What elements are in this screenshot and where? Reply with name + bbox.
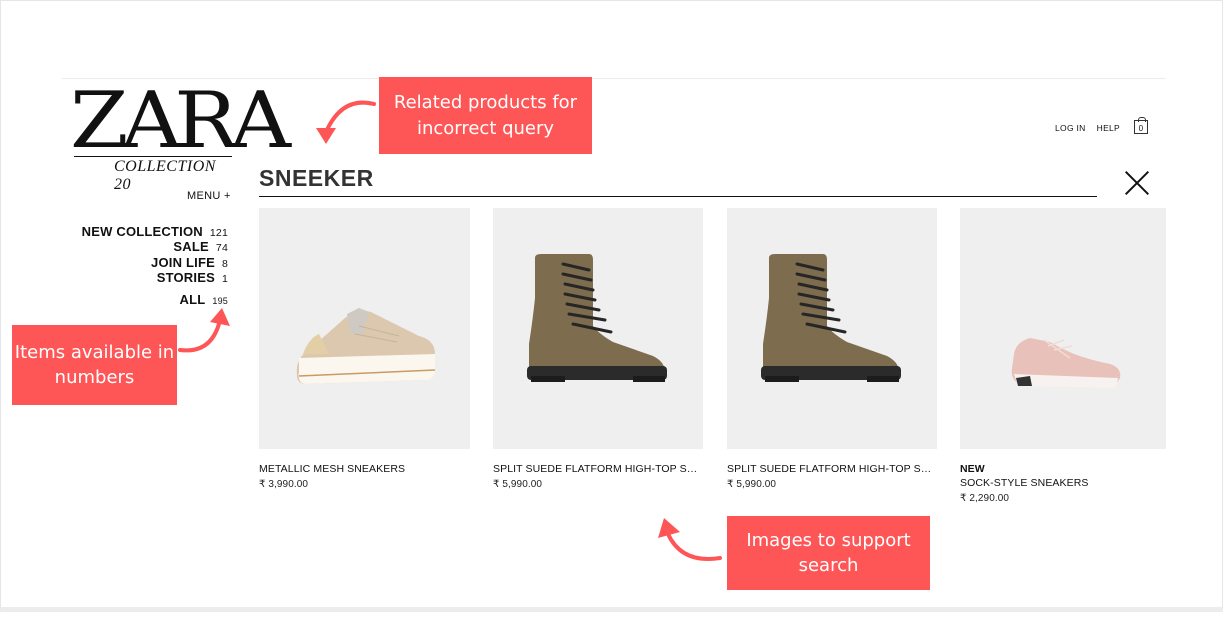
category-count: 8 [221, 257, 228, 270]
category-stories[interactable]: STORIES 1 [82, 270, 228, 285]
new-badge: NEW [960, 463, 985, 475]
menu-button[interactable]: MENU + [187, 190, 231, 202]
product-price: ₹ 5,990.00 [727, 479, 777, 490]
logo-subtitle: COLLECTION 20 [114, 158, 216, 193]
annotation-items-numbers: Items available in numbers [12, 325, 177, 405]
product-name: SPLIT SUEDE FLATFORM HIGH-TOP SNE... [493, 463, 703, 475]
category-label: STORIES [156, 269, 215, 285]
category-count: 1 [221, 272, 228, 285]
product-info: METALLIC MESH SNEAKERS ₹ 3,990.00 [259, 463, 470, 490]
category-label: ALL [179, 292, 206, 308]
help-link[interactable]: HELP [1097, 123, 1120, 133]
beige-sneaker-icon [296, 308, 436, 384]
logo-underline [74, 156, 232, 157]
annotation-images-search: Images to support search [727, 516, 930, 590]
category-new-collection[interactable]: NEW COLLECTION 121 [82, 224, 228, 239]
khaki-boot-icon [761, 254, 901, 382]
product-card[interactable]: METALLIC MESH SNEAKERS ₹ 3,990.00 [259, 208, 470, 490]
category-sale[interactable]: SALE 74 [82, 239, 228, 254]
product-image[interactable] [960, 208, 1166, 449]
shopping-bag-icon[interactable]: 0 [1134, 117, 1149, 134]
category-count: 74 [215, 242, 228, 255]
logo-wordmark: ZARA [70, 76, 291, 166]
product-price: ₹ 5,990.00 [493, 479, 543, 490]
product-price: ₹ 2,290.00 [960, 493, 1010, 504]
product-info: NEW SOCK-STYLE SNEAKERS ₹ 2,290.00 [960, 463, 1166, 504]
login-link[interactable]: LOG IN [1055, 123, 1086, 133]
header-actions: LOG IN HELP 0 [1055, 117, 1149, 134]
category-label: JOIN LIFE [151, 254, 215, 270]
product-info: SPLIT SUEDE FLATFORM HIGH-TOP SNE... ₹ 5… [727, 463, 937, 490]
search-input[interactable] [259, 163, 1097, 193]
category-list: NEW COLLECTION 121 SALE 74 JOIN LIFE 8 STOR… [82, 224, 228, 307]
product-image[interactable] [493, 208, 703, 449]
product-image[interactable] [727, 208, 937, 449]
product-name: METALLIC MESH SNEAKERS [259, 463, 406, 475]
pink-sneaker-icon [1011, 338, 1121, 388]
product-info: SPLIT SUEDE FLATFORM HIGH-TOP SNE... ₹ 5… [493, 463, 703, 490]
curved-arrow-icon [178, 308, 230, 353]
category-label: NEW COLLECTION [81, 224, 203, 239]
khaki-boot-icon [527, 254, 667, 382]
bag-count: 0 [1138, 124, 1144, 133]
category-join-life[interactable]: JOIN LIFE 8 [82, 255, 228, 270]
product-card[interactable]: SPLIT SUEDE FLATFORM HIGH-TOP SNE... ₹ 5… [727, 208, 937, 490]
brand-logo[interactable]: ZARA COLLECTION 20 [70, 82, 291, 193]
product-name: SPLIT SUEDE FLATFORM HIGH-TOP SNE... [727, 463, 937, 475]
category-count: 195 [212, 296, 228, 307]
product-name: SOCK-STYLE SNEAKERS [960, 477, 1089, 489]
product-image[interactable] [259, 208, 470, 449]
category-count: 121 [209, 227, 228, 239]
search-bar [259, 163, 1097, 197]
product-card[interactable]: NEW SOCK-STYLE SNEAKERS ₹ 2,290.00 [960, 208, 1166, 504]
close-icon[interactable] [1124, 170, 1150, 196]
product-price: ₹ 3,990.00 [259, 479, 309, 490]
curved-arrow-icon [316, 100, 376, 144]
curved-arrow-icon [658, 518, 722, 561]
category-label: SALE [173, 239, 209, 255]
product-card[interactable]: SPLIT SUEDE FLATFORM HIGH-TOP SNE... ₹ 5… [493, 208, 703, 490]
annotation-related-products: Related products for incorrect query [379, 77, 592, 154]
